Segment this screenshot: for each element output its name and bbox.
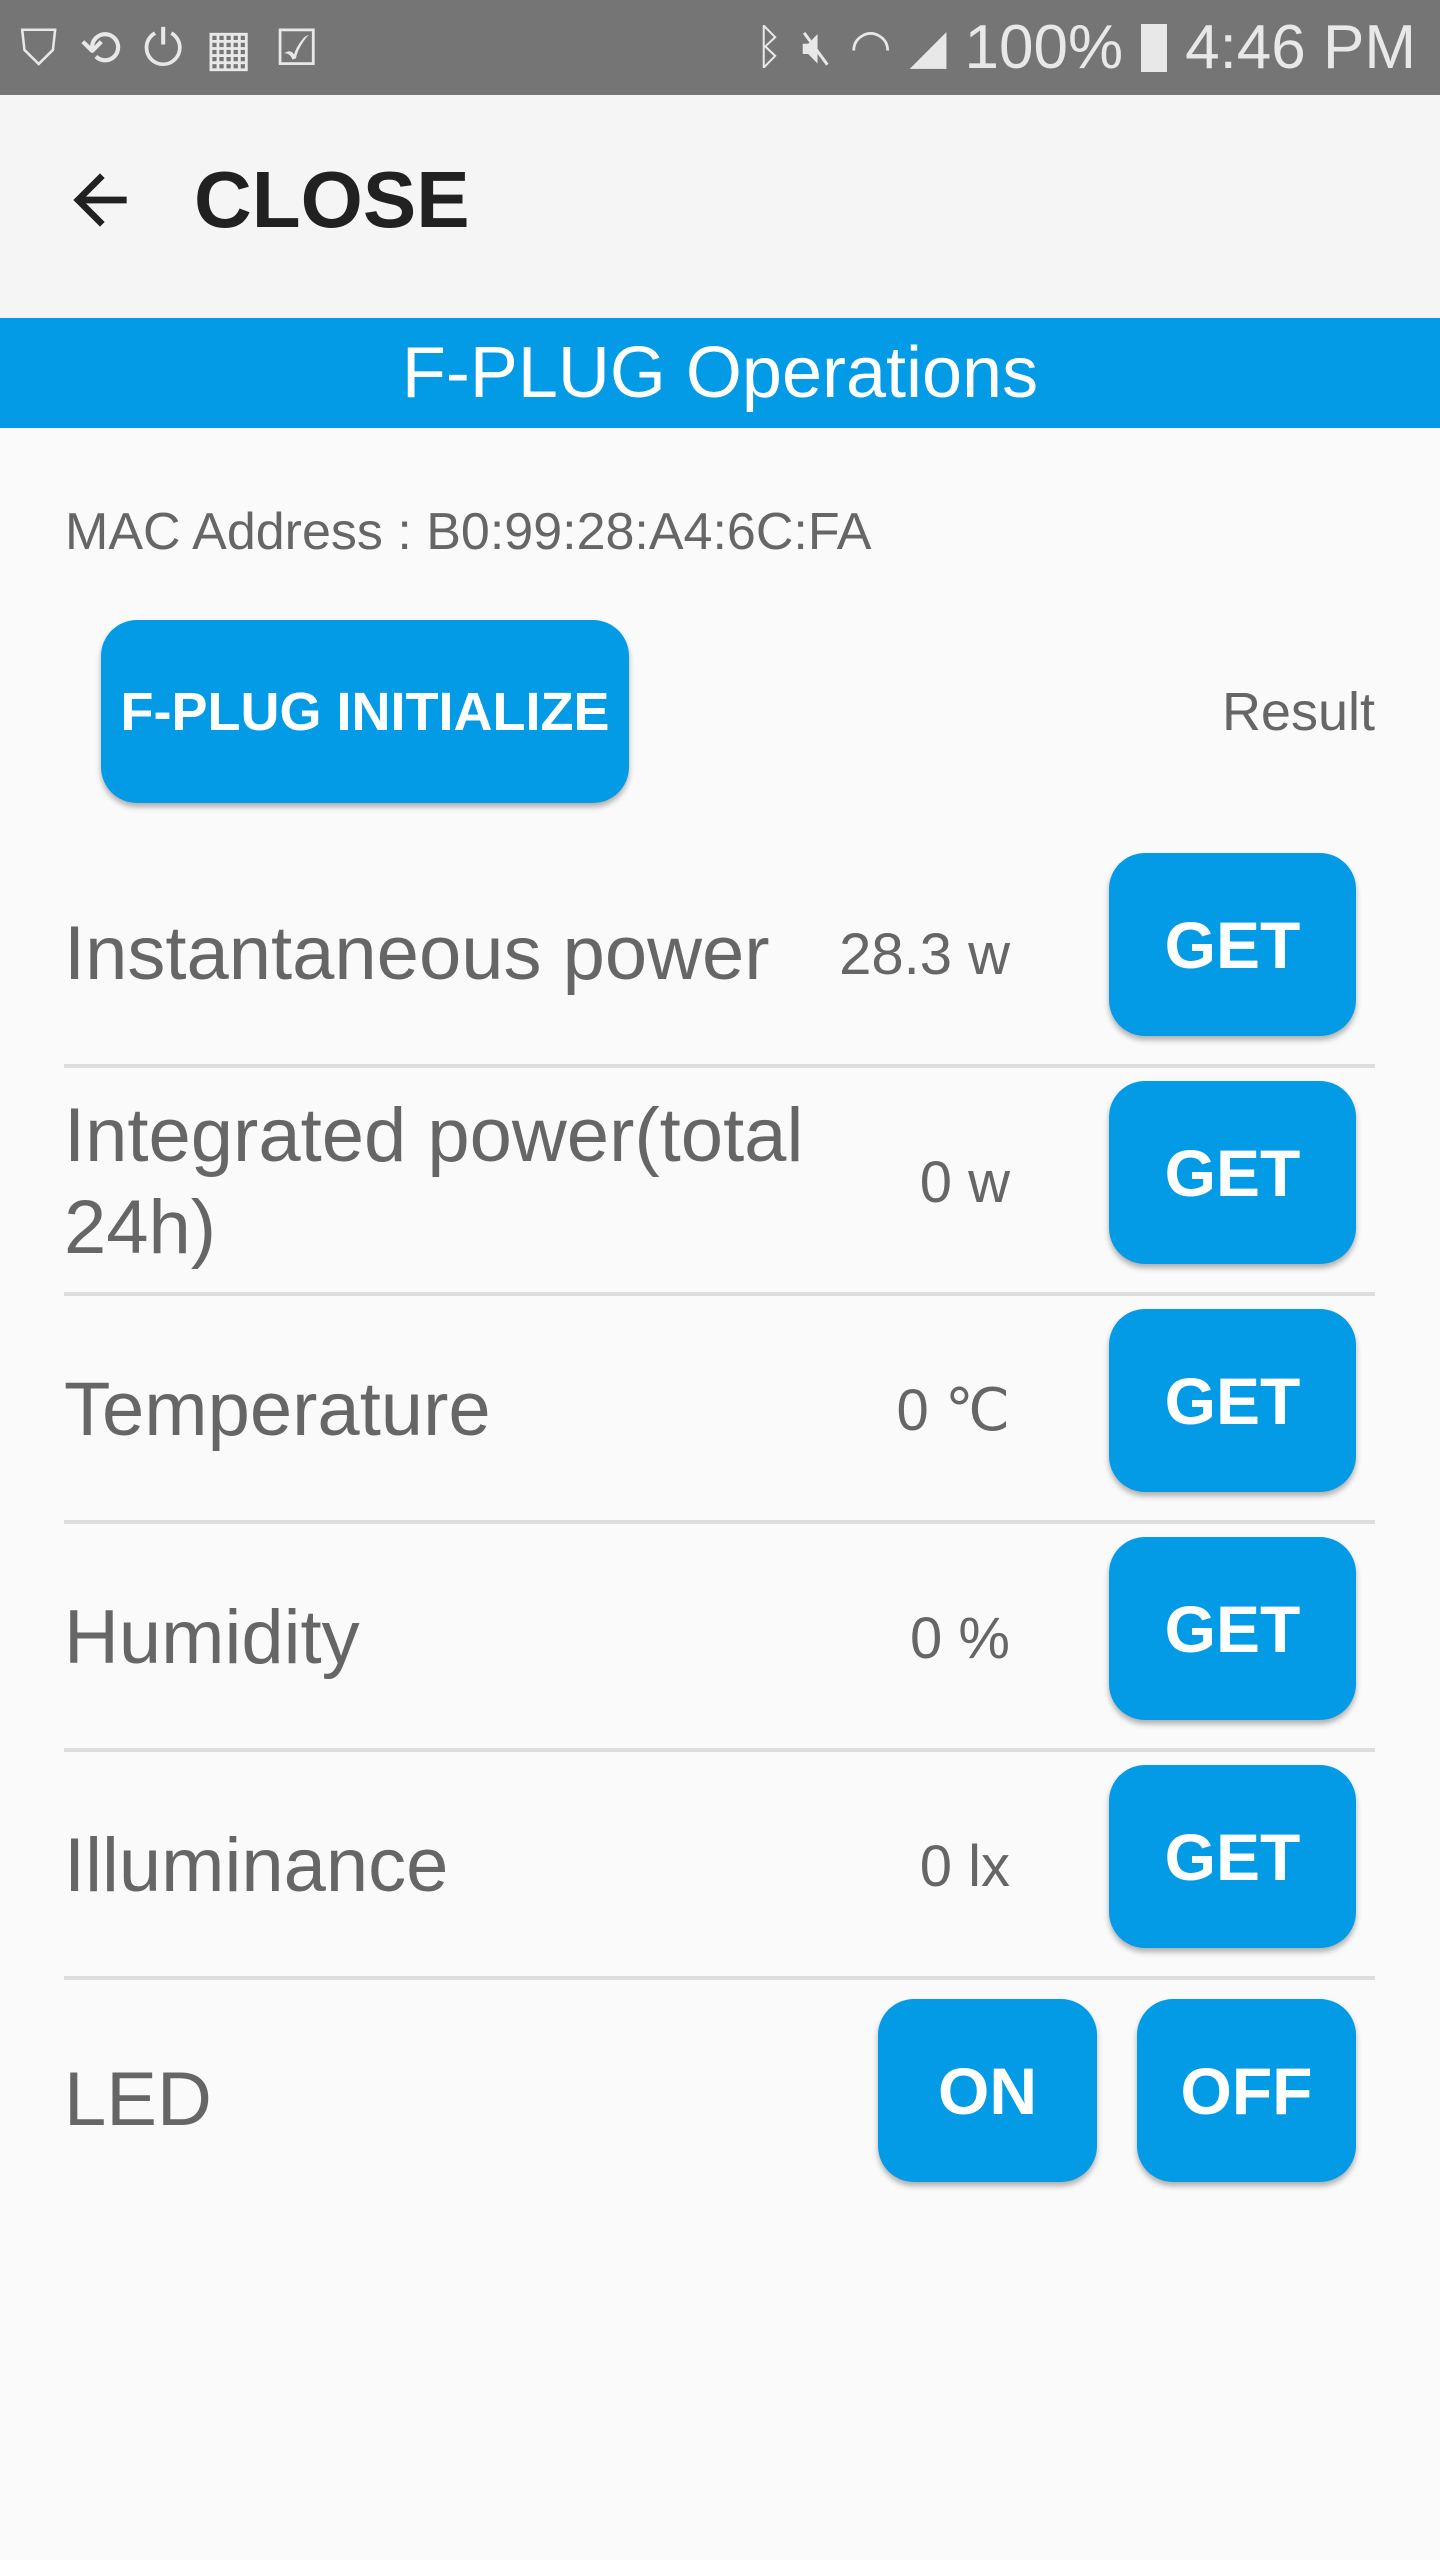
shield-icon: ⛉ [20,20,58,76]
row-led: LED ON OFF [64,1986,1375,2214]
initialize-button[interactable]: F-PLUG INITIALIZE [101,620,629,803]
row-label: LED [64,2057,212,2142]
battery-icon [1141,24,1168,72]
led-on-button[interactable]: ON [878,1999,1097,2182]
row-value: 0 ℃ [896,1378,1010,1443]
row-temperature: Temperature 0 ℃ GET [64,1296,1375,1524]
toolbar: CLOSE [0,95,1440,318]
clock: 4:46 PM [1185,13,1416,82]
row-instantaneous-power: Instantaneous power 28.3 w GET [64,840,1375,1068]
mac-address: MAC Address : B0:99:28:A4:6C:FA [65,503,872,561]
sim-off-icon: ▦ [204,20,253,76]
led-off-button[interactable]: OFF [1137,1999,1356,2182]
status-bar: ⛉ ⟲ ⏻ ▦ ☑ ᛒ 🔇︎ ◠ ◢ 100% 4:46 PM [0,0,1440,95]
vibrate-mute-icon: 🔇︎ [801,21,832,74]
row-humidity: Humidity 0 % GET [64,1524,1375,1752]
get-illuminance-button[interactable]: GET [1109,1765,1356,1948]
power-icon: ⏻ [143,20,183,76]
page-title: F-PLUG Operations [0,318,1440,428]
get-instantaneous-power-button[interactable]: GET [1109,853,1356,1036]
signal-icon: ◢ [909,21,947,74]
row-value: 0 w [919,1149,1010,1215]
close-button[interactable]: CLOSE [194,155,470,245]
get-temperature-button[interactable]: GET [1109,1309,1356,1492]
back-arrow-icon[interactable] [60,160,140,240]
row-value: 28.3 w [839,921,1010,987]
bluetooth-icon: ᛒ [754,21,784,74]
row-value: 0 lx [919,1833,1010,1899]
row-illuminance: Illuminance 0 lx GET [64,1752,1375,1980]
notification-icons: ⛉ ⟲ ⏻ ▦ ☑ [20,18,319,78]
row-integrated-power: Integrated power(total 24h) 0 w GET [64,1068,1375,1296]
get-humidity-button[interactable]: GET [1109,1537,1356,1720]
row-label: Humidity [64,1595,360,1680]
clipboard-check-icon: ☑ [274,20,320,76]
battery-percent: 100% [964,13,1124,82]
row-label: Integrated power(total 24h) [64,1093,804,1270]
row-value: 0 % [910,1605,1010,1671]
get-integrated-power-button[interactable]: GET [1109,1081,1356,1264]
sync-icon: ⟲ [79,20,122,76]
result-text: Result [1221,682,1375,742]
divider [64,1976,1375,1980]
row-label: Temperature [64,1367,491,1452]
wifi-icon: ◠ [849,21,892,74]
row-label: Instantaneous power [64,911,770,996]
row-label: Illuminance [64,1823,449,1908]
